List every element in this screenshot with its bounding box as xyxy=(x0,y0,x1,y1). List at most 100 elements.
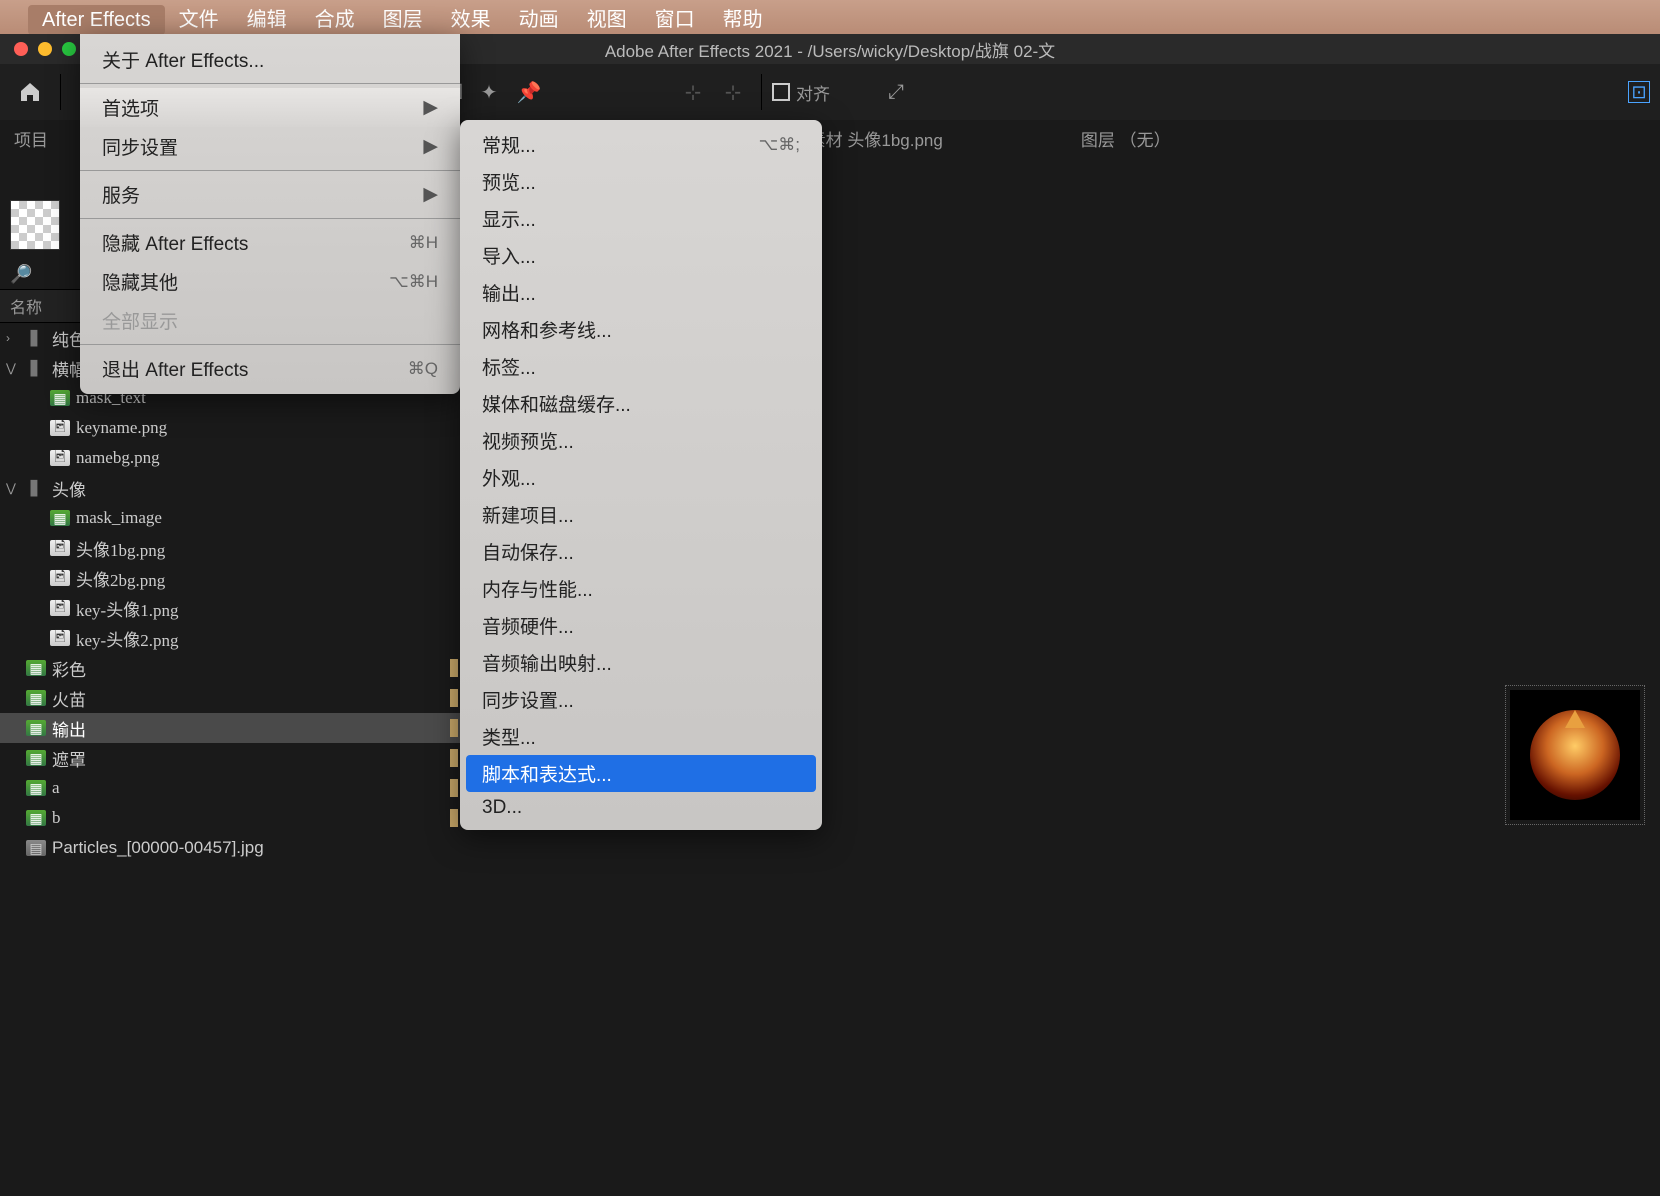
maximize-window-button[interactable] xyxy=(62,42,76,56)
menu-item[interactable]: 隐藏 After Effects⌘H xyxy=(80,223,460,262)
preview-thumbnail xyxy=(1510,690,1640,820)
item-label: 输出 xyxy=(52,716,86,741)
item-label: a xyxy=(52,778,60,798)
axis-tool-2[interactable]: ⊹ xyxy=(715,74,751,110)
file-row[interactable]: 🖻头像1bg.png xyxy=(0,533,460,563)
item-label: keyname.png xyxy=(76,418,167,438)
submenu-item[interactable]: 音频硬件... xyxy=(460,607,822,644)
rotobrush-tool[interactable]: ✦ xyxy=(471,74,507,110)
file-row[interactable]: 🖻namebg.png xyxy=(0,443,460,473)
file-row[interactable]: 🖻keyname.png xyxy=(0,413,460,443)
file-row[interactable]: ▦a xyxy=(0,773,460,803)
file-icon: 🖻 xyxy=(50,450,70,466)
timeline-marker xyxy=(450,779,458,797)
layer-tab[interactable]: 图层 （无） xyxy=(1067,120,1185,157)
item-label: 彩色 xyxy=(52,656,86,681)
composition-icon: ▦ xyxy=(26,780,46,796)
submenu-item[interactable]: 媒体和磁盘缓存... xyxy=(460,385,822,422)
submenu-item[interactable]: 自动保存... xyxy=(460,533,822,570)
menu-item[interactable]: 服务▶ xyxy=(80,175,460,214)
submenu-item[interactable]: 显示... xyxy=(460,200,822,237)
composition-icon: ▦ xyxy=(50,390,70,406)
preferences-submenu: 常规...⌥⌘;预览...显示...导入...输出...网格和参考线...标签.… xyxy=(460,120,822,830)
composition-icon: ▦ xyxy=(26,720,46,736)
menubar-item[interactable]: 合成 xyxy=(301,5,369,35)
axis-tool[interactable]: ⊹ xyxy=(675,74,711,110)
menubar-item[interactable]: 窗口 xyxy=(641,5,709,35)
macos-menubar: After Effects文件编辑合成图层效果动画视图窗口帮助 xyxy=(0,0,1660,34)
submenu-item[interactable]: 视频预览... xyxy=(460,422,822,459)
snap-icon[interactable]: ⊡ xyxy=(1628,81,1650,103)
item-label: key-头像1.png xyxy=(76,596,178,621)
emblem-graphic xyxy=(1530,710,1620,800)
item-label: 头像1bg.png xyxy=(76,536,165,561)
submenu-item[interactable]: 预览... xyxy=(460,163,822,200)
menubar-item[interactable]: After Effects xyxy=(28,5,165,35)
menu-item[interactable]: 同步设置▶ xyxy=(80,127,460,166)
menubar-item[interactable]: 帮助 xyxy=(709,5,777,35)
submenu-item[interactable]: 标签... xyxy=(460,348,822,385)
file-row[interactable]: 🖻key-头像2.png xyxy=(0,623,460,653)
submenu-item[interactable]: 网格和参考线... xyxy=(460,311,822,348)
submenu-item[interactable]: 新建项目... xyxy=(460,496,822,533)
file-icon: 🖻 xyxy=(50,630,70,646)
menubar-item[interactable]: 视图 xyxy=(573,5,641,35)
menubar-item[interactable]: 动画 xyxy=(505,5,573,35)
file-row[interactable]: ▤Particles_[00000-00457].jpg xyxy=(0,833,460,863)
folder-icon: ▋ xyxy=(26,330,46,346)
home-button[interactable] xyxy=(10,72,50,112)
folder-icon: ▋ xyxy=(26,480,46,496)
menu-item[interactable]: 首选项▶ xyxy=(80,88,460,127)
menubar-item[interactable]: 文件 xyxy=(165,5,233,35)
file-icon: 🖻 xyxy=(50,570,70,586)
submenu-item[interactable]: 音频输出映射... xyxy=(460,644,822,681)
submenu-item[interactable]: 同步设置... xyxy=(460,681,822,718)
menubar-item[interactable]: 效果 xyxy=(437,5,505,35)
item-label: mask_image xyxy=(76,508,162,528)
composition-icon: ▦ xyxy=(26,810,46,826)
item-label: 遮罩 xyxy=(52,746,86,771)
item-label: b xyxy=(52,808,61,828)
file-row[interactable]: ▦mask_image xyxy=(0,503,460,533)
file-row[interactable]: ▦火苗 xyxy=(0,683,460,713)
menubar-item[interactable]: 图层 xyxy=(369,5,437,35)
search-icon[interactable]: ⤢ xyxy=(878,74,914,110)
item-label: 头像 xyxy=(52,476,86,501)
file-row[interactable]: ▦ 输出 xyxy=(0,713,460,743)
file-row[interactable]: 🖻key-头像1.png xyxy=(0,593,460,623)
submenu-item[interactable]: 类型... xyxy=(460,718,822,755)
snap-toggle[interactable]: 对齐 xyxy=(772,80,830,105)
menubar-item[interactable]: 编辑 xyxy=(233,5,301,35)
menu-item[interactable]: 关于 After Effects... xyxy=(80,40,460,79)
file-row[interactable]: ▦ 彩色 xyxy=(0,653,460,683)
folder-row[interactable]: ⋁▋头像 xyxy=(0,473,460,503)
submenu-item[interactable]: 常规...⌥⌘; xyxy=(460,126,822,163)
close-window-button[interactable] xyxy=(14,42,28,56)
search-icon[interactable]: 🔎 xyxy=(10,264,32,285)
timeline-marker xyxy=(450,719,458,737)
window-title: Adobe After Effects 2021 - /Users/wicky/… xyxy=(605,37,1055,62)
project-tree: ›▋纯色⋁▋横幅▦mask_text🖻keyname.png🖻namebg.pn… xyxy=(0,323,460,863)
submenu-item[interactable]: 脚本和表达式... xyxy=(466,755,816,792)
submenu-item[interactable]: 输出... xyxy=(460,274,822,311)
file-row[interactable]: ▦遮罩 xyxy=(0,743,460,773)
submenu-item[interactable]: 3D... xyxy=(460,792,822,824)
timeline-marker xyxy=(450,689,458,707)
puppet-tool[interactable]: 📌 xyxy=(511,74,547,110)
project-thumbnail xyxy=(10,200,60,250)
project-tab[interactable]: 项目 xyxy=(0,120,62,157)
file-row[interactable]: 🖻 头像2bg.png xyxy=(0,563,460,593)
submenu-arrow-icon: ▶ xyxy=(423,96,438,119)
item-label: Particles_[00000-00457].jpg xyxy=(52,838,264,858)
minimize-window-button[interactable] xyxy=(38,42,52,56)
menu-item[interactable]: 隐藏其他⌥⌘H xyxy=(80,262,460,301)
menu-item[interactable]: 退出 After Effects⌘Q xyxy=(80,349,460,388)
item-label: 头像2bg.png xyxy=(76,566,165,591)
submenu-item[interactable]: 导入... xyxy=(460,237,822,274)
composition-icon: ▦ xyxy=(26,660,46,676)
submenu-item[interactable]: 内存与性能... xyxy=(460,570,822,607)
submenu-arrow-icon: ▶ xyxy=(423,183,438,206)
submenu-item[interactable]: 外观... xyxy=(460,459,822,496)
timeline-marker xyxy=(450,749,458,767)
file-row[interactable]: ▦b xyxy=(0,803,460,833)
